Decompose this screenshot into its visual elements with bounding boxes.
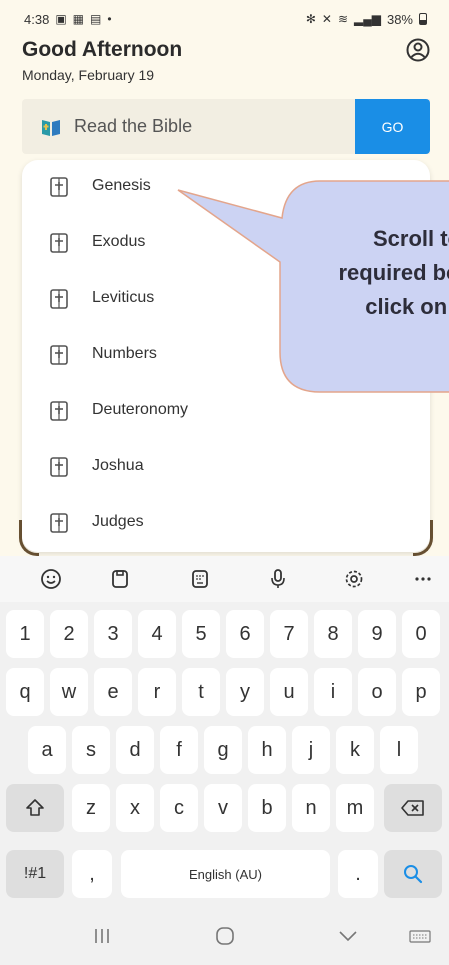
tutorial-line-1: Scroll to xyxy=(372,226,449,251)
key-6[interactable]: 6 xyxy=(226,610,264,658)
key-g[interactable]: g xyxy=(204,726,242,774)
key-q[interactable]: q xyxy=(6,668,44,716)
key-3[interactable]: 3 xyxy=(94,610,132,658)
key-c[interactable]: c xyxy=(160,784,198,832)
key-0[interactable]: 0 xyxy=(402,610,440,658)
tutorial-bubble xyxy=(177,180,449,393)
key-9[interactable]: 9 xyxy=(358,610,396,658)
key-i[interactable]: i xyxy=(314,668,352,716)
key-m[interactable]: m xyxy=(336,784,374,832)
settings-gear-icon[interactable] xyxy=(341,566,367,592)
key-n[interactable]: n xyxy=(292,784,330,832)
keyboard-toolbar xyxy=(0,556,449,602)
microphone-icon[interactable] xyxy=(265,566,291,592)
system-nav-bar xyxy=(0,907,449,965)
key-a[interactable]: a xyxy=(28,726,66,774)
key-r[interactable]: r xyxy=(138,668,176,716)
key-d[interactable]: d xyxy=(116,726,154,774)
emoji-icon[interactable] xyxy=(38,566,64,592)
keypad-icon[interactable] xyxy=(187,566,213,592)
backspace-icon xyxy=(401,800,424,816)
keyboard-switch-icon[interactable] xyxy=(408,927,432,945)
key-v[interactable]: v xyxy=(204,784,242,832)
key-h[interactable]: h xyxy=(248,726,286,774)
key-l[interactable]: l xyxy=(380,726,418,774)
clipboard-icon[interactable] xyxy=(107,566,133,592)
tutorial-line-3: click on b xyxy=(365,294,449,319)
more-options-icon[interactable] xyxy=(410,566,436,592)
period-key[interactable]: . xyxy=(338,850,378,898)
key-1[interactable]: 1 xyxy=(6,610,44,658)
key-b[interactable]: b xyxy=(248,784,286,832)
key-e[interactable]: e xyxy=(94,668,132,716)
key-7[interactable]: 7 xyxy=(270,610,308,658)
key-f[interactable]: f xyxy=(160,726,198,774)
key-z[interactable]: z xyxy=(72,784,110,832)
key-2[interactable]: 2 xyxy=(50,610,88,658)
on-screen-keyboard: 1 2 3 4 5 6 7 8 9 0 q w e r t y u i o p … xyxy=(0,602,449,907)
key-p[interactable]: p xyxy=(402,668,440,716)
key-8[interactable]: 8 xyxy=(314,610,352,658)
key-u[interactable]: u xyxy=(270,668,308,716)
hide-keyboard-icon[interactable] xyxy=(336,927,360,945)
key-4[interactable]: 4 xyxy=(138,610,176,658)
search-icon xyxy=(404,865,423,884)
tutorial-line-2: required bo xyxy=(338,260,449,285)
tutorial-text: Scroll to required bo click on b xyxy=(262,222,449,324)
key-w[interactable]: w xyxy=(50,668,88,716)
symbols-key[interactable]: !#1 xyxy=(6,850,64,898)
key-x[interactable]: x xyxy=(116,784,154,832)
key-5[interactable]: 5 xyxy=(182,610,220,658)
space-key[interactable]: English (AU) xyxy=(121,850,330,898)
recent-apps-icon[interactable] xyxy=(90,927,114,945)
key-k[interactable]: k xyxy=(336,726,374,774)
key-o[interactable]: o xyxy=(358,668,396,716)
comma-key[interactable]: , xyxy=(72,850,112,898)
key-j[interactable]: j xyxy=(292,726,330,774)
shift-icon xyxy=(26,799,44,816)
search-key[interactable] xyxy=(384,850,442,898)
home-icon[interactable] xyxy=(213,927,237,945)
shift-key[interactable] xyxy=(6,784,64,832)
key-t[interactable]: t xyxy=(182,668,220,716)
key-y[interactable]: y xyxy=(226,668,264,716)
backspace-key[interactable] xyxy=(384,784,442,832)
key-s[interactable]: s xyxy=(72,726,110,774)
